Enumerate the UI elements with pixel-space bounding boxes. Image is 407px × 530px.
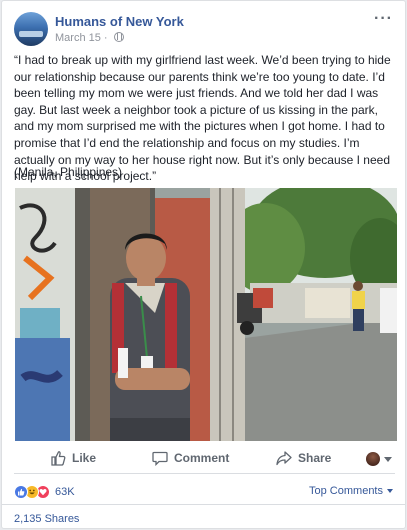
comment-sort-dropdown[interactable]: Top Comments [309, 485, 393, 497]
like-label: Like [72, 451, 97, 465]
comment-label: Comment [174, 451, 230, 465]
comment-sort-label: Top Comments [309, 485, 383, 497]
shares-count[interactable]: 2,135 Shares [14, 513, 79, 525]
share-button[interactable]: Share [276, 450, 331, 466]
share-label: Share [298, 451, 332, 465]
chevron-down-icon [384, 456, 392, 462]
like-reaction-icon [14, 485, 28, 499]
reaction-summary[interactable]: 63K [14, 483, 75, 501]
page-avatar[interactable] [14, 12, 48, 46]
chevron-down-icon [387, 489, 393, 493]
viewer-avatar [366, 452, 380, 466]
post-card: Humans of New York March 15 · ··· “I had… [1, 0, 406, 529]
more-options-icon[interactable]: ··· [374, 11, 393, 27]
thumbs-up-icon [51, 451, 66, 466]
post-actions-bar: Like Comment Share [14, 442, 395, 474]
share-arrow-icon [276, 451, 292, 466]
divider [2, 504, 405, 505]
post-header: Humans of New York March 15 · ··· [14, 11, 393, 52]
globe-icon [113, 32, 124, 42]
page-name-link[interactable]: Humans of New York [55, 14, 184, 29]
reaction-count[interactable]: 63K [55, 486, 75, 498]
comment-button[interactable]: Comment [152, 450, 229, 466]
post-photo[interactable] [15, 188, 397, 441]
photo-illustration [15, 188, 397, 441]
post-as-selector[interactable] [366, 452, 392, 466]
post-meta: March 15 · [55, 32, 124, 44]
like-button[interactable]: Like [50, 450, 96, 466]
comment-bubble-icon [152, 451, 168, 466]
post-date[interactable]: March 15 [55, 32, 101, 44]
post-location: (Manila, Philippines) [14, 165, 123, 179]
